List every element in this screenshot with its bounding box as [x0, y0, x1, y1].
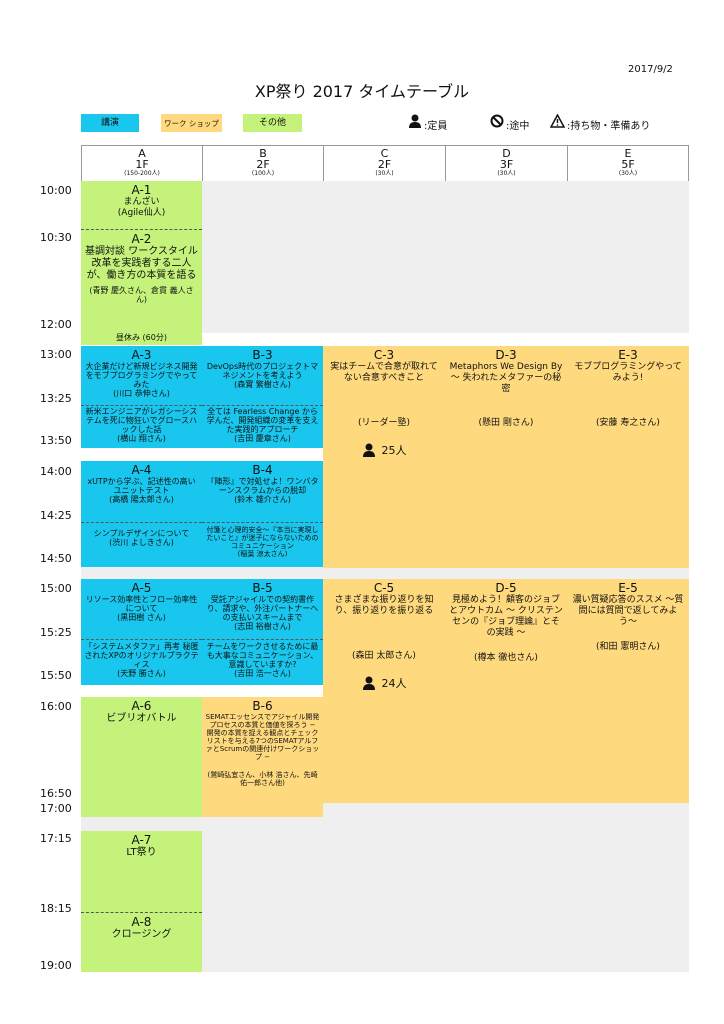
- session-c5[interactable]: C-5 さまざまな振り返りを知り、振り返りを振り返る (森田 太郎さん) 24人: [323, 579, 445, 803]
- time-label: 19:00: [40, 959, 72, 972]
- session-a3[interactable]: A-3 大企業だけど新規ビジネス開発をモブプログラミングでやってみた (川口 恭…: [81, 346, 202, 405]
- session-a7[interactable]: A-7 LT祭り: [81, 831, 202, 912]
- column-header-e: E 5F (30人): [567, 145, 689, 181]
- time-label: 12:00: [40, 318, 72, 331]
- session-a6[interactable]: A-6 ビブリオバトル: [81, 697, 202, 817]
- session-b5[interactable]: B-5 受託アジャイルでの契約書作り、請求や、外注パートナーへの支払いスキームま…: [202, 579, 323, 639]
- time-label: 14:50: [40, 552, 72, 565]
- session-e5[interactable]: E-5 濃い質疑応答のススメ 〜質問には質問で返してみよう〜 (和田 憲明さん): [567, 579, 689, 803]
- time-label: 10:00: [40, 184, 72, 197]
- session-a5-second[interactable]: 「システムメタファ」再考 秘匿されたXPのオリジナルプラクティス (天野 勝さん…: [81, 639, 202, 685]
- time-label: 17:00: [40, 802, 72, 815]
- time-label: 14:25: [40, 509, 72, 522]
- column-header-c: C 2F (30人): [323, 145, 445, 181]
- time-label: 14:00: [40, 465, 72, 478]
- session-b3-second[interactable]: 全ては Fearless Change から学んだ、開発組織の変革を支えた実践的…: [202, 405, 323, 448]
- time-label: 13:50: [40, 434, 72, 447]
- empty-slot: [202, 181, 689, 333]
- person-icon: [409, 114, 421, 128]
- capacity-count: 24人: [381, 676, 407, 690]
- time-label: 13:00: [40, 348, 72, 361]
- session-a3-second[interactable]: 新米エンジニアがレガシーシステムを死に物狂いでグロースハックした話 (横山 翔さ…: [81, 405, 202, 448]
- session-d5[interactable]: D-5 見極めよう！顧客のジョブとアウトカム 〜 クリステンセンの『ジョブ理論』…: [445, 579, 567, 803]
- time-label: 10:30: [40, 231, 72, 244]
- session-b3[interactable]: B-3 DevOps時代のプロジェクトマネジメントを考えよう (森實 繁樹さん): [202, 346, 323, 405]
- session-d3[interactable]: D-3 Metaphors We Design By 〜 失われたメタファーの秘…: [445, 346, 567, 568]
- legend-no-midway: :途中: [506, 121, 530, 132]
- legend-capacity: :定員: [424, 121, 448, 132]
- no-entry-icon: [490, 114, 504, 128]
- warning-icon: [550, 114, 565, 128]
- capacity-count: 25人: [381, 443, 407, 457]
- column-header-a: A 1F (150-200人): [81, 145, 202, 181]
- session-a4[interactable]: A-4 xUTPから学ぶ、記述性の高いユニットテスト (高橋 陽太郎さん): [81, 461, 202, 522]
- time-label: 18:15: [40, 902, 72, 915]
- lunch-break: 昼休み (60分): [81, 331, 202, 345]
- person-icon: [362, 443, 375, 457]
- session-a4-second[interactable]: シンプルデザインについて (渋川 よしきさん): [81, 522, 202, 567]
- page-title: XP祭り 2017 タイムテーブル: [254, 82, 470, 101]
- break-row: [81, 567, 689, 579]
- session-c3[interactable]: C-3 実はチームで合意が取れてない合意すべきこと (リーダー塾) 25人: [323, 346, 445, 568]
- time-label: 16:00: [40, 700, 72, 713]
- session-e3[interactable]: E-3 モブプログラミングやってみよう! (安藤 寿之さん): [567, 346, 689, 568]
- date: 2017/9/2: [628, 64, 673, 75]
- column-header-b: B 2F (100人): [202, 145, 323, 181]
- session-a2[interactable]: A-2 基調対談 ワークスタイル改革を実践者する二人が、働き方の本質を語る (青…: [81, 229, 202, 331]
- person-icon: [362, 676, 375, 690]
- empty-slot: [323, 803, 689, 972]
- legend-workshop: ワーク ショップ: [161, 114, 222, 132]
- session-a5[interactable]: A-5 リソース効率性とフロー効率性について (黒田樹 さん): [81, 579, 202, 639]
- time-label: 15:25: [40, 626, 72, 639]
- legend-bring: :持ち物・準備あり: [567, 121, 651, 132]
- empty-slot: [202, 831, 323, 972]
- column-header-d: D 3F (30人): [445, 145, 567, 181]
- time-label: 15:00: [40, 582, 72, 595]
- session-a8[interactable]: A-8 クロージング: [81, 912, 202, 972]
- session-a1[interactable]: A-1 まんざい (Agile仙人): [81, 181, 202, 229]
- time-label: 15:50: [40, 669, 72, 682]
- time-label: 13:25: [40, 392, 72, 405]
- time-label: 16:50: [40, 787, 72, 800]
- session-b5-second[interactable]: チームをワークさせるために最も大事なコミュニケーション、意識していますか? (吉…: [202, 639, 323, 685]
- time-label: 17:15: [40, 832, 72, 845]
- legend-other: その他: [243, 114, 302, 132]
- session-b6[interactable]: B-6 SEMATエッセンスでアジャイル開発プロセスの本質と価値を探ろう − 開…: [202, 697, 323, 817]
- session-b4-second[interactable]: 付箋と心理的安全〜『本当に実現したいこと』が迷子にならないためのコミュニケーショ…: [202, 522, 323, 567]
- session-b4[interactable]: B-4 『陣形』で対処せよ！ワンバターンスクラムからの脱却 (鈴木 雄介さん): [202, 461, 323, 522]
- legend-talk: 講演: [81, 114, 139, 132]
